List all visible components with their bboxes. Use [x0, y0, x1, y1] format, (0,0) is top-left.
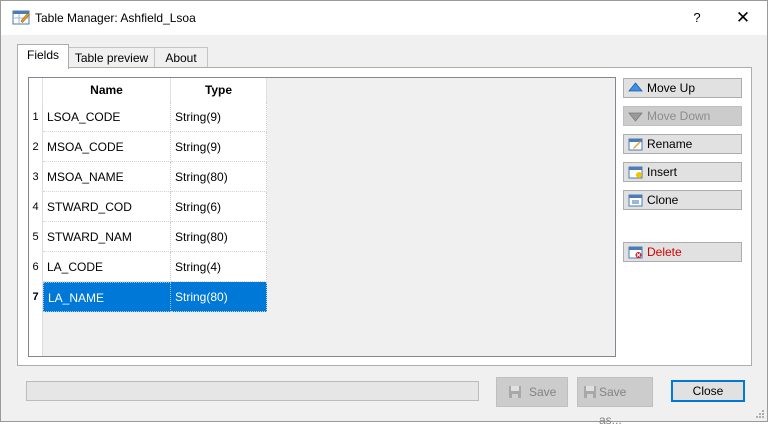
field-name-cell[interactable]: LSOA_CODE: [43, 102, 171, 132]
column-header-name[interactable]: Name: [43, 78, 171, 102]
fields-grid[interactable]: Name Type 1 LSOA_CODE String(9) 2 MSOA_C…: [28, 77, 616, 357]
delete-icon: [628, 246, 643, 259]
row-header-filler: [29, 312, 43, 356]
window-close-button[interactable]: ✕: [731, 7, 755, 29]
move-down-icon: [628, 112, 643, 122]
field-type-cell[interactable]: String(80): [171, 282, 267, 312]
rename-label: Rename: [647, 137, 693, 151]
field-name-cell[interactable]: STWARD_COD: [43, 192, 171, 222]
save-as-icon: [584, 386, 596, 398]
row-number: 2: [29, 132, 43, 162]
tab-about[interactable]: About: [154, 47, 208, 67]
move-up-icon: [628, 82, 643, 92]
clone-label: Clone: [647, 193, 679, 207]
field-name-cell[interactable]: MSOA_NAME: [43, 162, 171, 192]
tab-fields[interactable]: Fields: [17, 44, 69, 69]
move-down-button[interactable]: Move Down: [623, 106, 742, 126]
insert-label: Insert: [647, 165, 678, 179]
delete-button[interactable]: Delete: [623, 242, 742, 262]
row-number: 5: [29, 222, 43, 252]
save-label: Save: [529, 385, 557, 399]
close-button[interactable]: Close: [671, 380, 745, 402]
row-number: 3: [29, 162, 43, 192]
rename-button[interactable]: Rename: [623, 134, 742, 154]
field-type-cell[interactable]: String(80): [171, 222, 267, 252]
move-down-label: Move Down: [647, 109, 711, 123]
field-type-cell[interactable]: String(4): [171, 252, 267, 282]
field-name-cell[interactable]: MSOA_CODE: [43, 132, 171, 162]
field-type-cell[interactable]: String(80): [171, 162, 267, 192]
field-type-cell[interactable]: String(9): [171, 132, 267, 162]
field-name-cell[interactable]: LA_NAME: [43, 282, 171, 312]
insert-icon: [628, 166, 643, 179]
field-type-cell[interactable]: String(9): [171, 102, 267, 132]
row-number: 7: [29, 282, 43, 312]
insert-button[interactable]: Insert: [623, 162, 742, 182]
row-number: 1: [29, 102, 43, 132]
clone-icon: [628, 194, 643, 207]
grid-corner: [29, 78, 43, 102]
save-as-label: Save as...: [599, 385, 627, 427]
help-button[interactable]: ?: [685, 7, 709, 29]
table-manager-window: Table Manager: Ashfield_Lsoa ? ✕ Fields …: [0, 0, 768, 427]
tab-table-preview[interactable]: Table preview: [68, 47, 155, 67]
save-icon: [509, 386, 521, 398]
row-number: 4: [29, 192, 43, 222]
move-up-button[interactable]: Move Up: [623, 78, 742, 98]
table-manager-app-icon: [12, 10, 30, 25]
move-up-label: Move Up: [647, 81, 696, 95]
field-name-cell[interactable]: LA_CODE: [43, 252, 171, 282]
delete-label: Delete: [647, 245, 682, 259]
rename-icon: [628, 138, 643, 151]
progress-bar: [26, 381, 479, 401]
save-button[interactable]: Save: [496, 377, 568, 407]
title-bar: Table Manager: Ashfield_Lsoa ? ✕: [1, 1, 767, 35]
row-number: 6: [29, 252, 43, 282]
fields-panel: Name Type 1 LSOA_CODE String(9) 2 MSOA_C…: [17, 67, 752, 366]
column-header-type[interactable]: Type: [171, 78, 267, 102]
window-title: Table Manager: Ashfield_Lsoa: [35, 11, 196, 25]
field-type-cell[interactable]: String(6): [171, 192, 267, 222]
field-name-cell[interactable]: STWARD_NAM: [43, 222, 171, 252]
resize-grip-icon[interactable]: [755, 409, 765, 419]
save-as-button[interactable]: Save as...: [577, 377, 653, 427]
clone-button[interactable]: Clone: [623, 190, 742, 210]
